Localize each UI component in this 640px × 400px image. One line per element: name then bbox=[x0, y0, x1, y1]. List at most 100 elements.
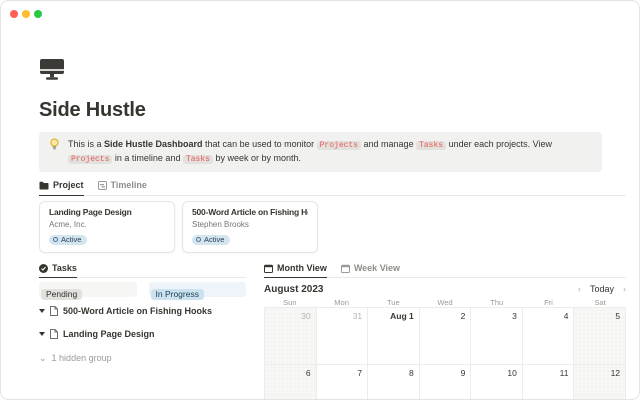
calendar-tabbar: Month View Week View bbox=[264, 263, 626, 278]
timeline-icon bbox=[98, 181, 107, 190]
dow-label: Fri bbox=[523, 298, 575, 307]
calendar-cell[interactable]: 7 bbox=[317, 365, 369, 400]
calendar-cell[interactable]: 6 bbox=[264, 365, 317, 400]
monitor-icon[interactable] bbox=[39, 56, 65, 82]
calendar-week-row: 30 31 Aug 1 2 3 4 5 bbox=[264, 308, 626, 365]
tab-timeline[interactable]: Timeline bbox=[98, 180, 147, 195]
calendar-cell[interactable]: Aug 1 bbox=[368, 308, 420, 364]
calendar-nav: ‹ Today › bbox=[578, 284, 626, 294]
project-card[interactable]: 500-Word Article on Fishing Hooks Stephe… bbox=[182, 201, 318, 253]
tab-label: Week View bbox=[354, 263, 400, 273]
calendar-cell[interactable]: 2 bbox=[420, 308, 472, 364]
callout-segment: This is a bbox=[68, 139, 104, 149]
group-pending[interactable]: Pending bbox=[39, 282, 137, 297]
calendar-cell[interactable]: 5 bbox=[574, 308, 626, 364]
board-group-headers: Pending In Progress bbox=[39, 282, 246, 297]
calendar-week-row: 6 7 8 9 10 11 12 bbox=[264, 365, 626, 400]
card-client: Stephen Brooks bbox=[192, 220, 308, 229]
hidden-group-toggle[interactable]: ⌄ 1 hidden group bbox=[39, 353, 246, 363]
status-badge: Active bbox=[49, 235, 87, 245]
folder-icon bbox=[39, 181, 49, 190]
page-icon bbox=[50, 306, 58, 316]
window-controls bbox=[10, 10, 42, 18]
tab-label: Project bbox=[53, 180, 84, 190]
tab-label: Month View bbox=[277, 263, 327, 273]
task-group-label: 500-Word Article on Fishing Hooks bbox=[63, 306, 212, 316]
hidden-group-label: 1 hidden group bbox=[52, 353, 112, 363]
chevron-right-icon[interactable]: › bbox=[623, 284, 626, 294]
status-badge: Active bbox=[192, 235, 230, 245]
callout-segment: Projects bbox=[68, 155, 112, 164]
month-label: August 2023 bbox=[264, 284, 323, 295]
tab-month-view[interactable]: Month View bbox=[264, 263, 327, 278]
close-button[interactable] bbox=[10, 10, 18, 18]
callout-text: This is a Side Hustle Dashboard that can… bbox=[68, 138, 592, 166]
calendar-grid: 30 31 Aug 1 2 3 4 5 6 7 8 9 10 11 bbox=[264, 307, 626, 400]
dow-label: Sat bbox=[574, 298, 626, 307]
page-title: Side Hustle bbox=[39, 98, 626, 122]
dow-label: Mon bbox=[316, 298, 368, 307]
callout: This is a Side Hustle Dashboard that can… bbox=[39, 132, 602, 172]
calendar-header: August 2023 ‹ Today › bbox=[264, 282, 626, 296]
check-circle-icon bbox=[39, 264, 48, 273]
card-client: Acme, Inc. bbox=[49, 220, 165, 229]
task-group-label: Landing Page Design bbox=[63, 329, 155, 339]
project-card[interactable]: Landing Page Design Acme, Inc. Active bbox=[39, 201, 175, 253]
calendar-icon bbox=[264, 264, 273, 273]
card-title: Landing Page Design bbox=[49, 207, 165, 217]
status-ring-icon bbox=[196, 237, 201, 242]
calendar-cell[interactable]: 10 bbox=[471, 365, 523, 400]
calendar-cell[interactable]: 12 bbox=[574, 365, 626, 400]
tab-tasks[interactable]: Tasks bbox=[39, 263, 77, 278]
calendar-cell[interactable]: 4 bbox=[523, 308, 575, 364]
dow-label: Tue bbox=[367, 298, 419, 307]
callout-segment: Tasks bbox=[183, 155, 213, 164]
group-label: In Progress bbox=[151, 289, 204, 300]
tab-week-view[interactable]: Week View bbox=[341, 263, 400, 277]
calendar-cell[interactable]: 31 bbox=[317, 308, 369, 364]
calendar-cell[interactable]: 3 bbox=[471, 308, 523, 364]
callout-segment: under each projects. View bbox=[446, 139, 552, 149]
zoom-button[interactable] bbox=[34, 10, 42, 18]
task-group-row[interactable]: 500-Word Article on Fishing Hooks bbox=[39, 306, 246, 316]
callout-segment: in a timeline and bbox=[112, 153, 183, 163]
calendar-cell[interactable]: 30 bbox=[264, 308, 317, 364]
callout-segment: and manage bbox=[361, 139, 416, 149]
calendar-icon bbox=[341, 264, 350, 273]
chevron-left-icon[interactable]: ‹ bbox=[578, 284, 581, 294]
calendar-cell[interactable]: 8 bbox=[368, 365, 420, 400]
project-tabbar: Project Timeline bbox=[39, 180, 626, 196]
callout-segment: by week or by month. bbox=[213, 153, 301, 163]
app-window: Side Hustle This is a Side Hustle Dashbo… bbox=[0, 0, 640, 400]
calendar-cell[interactable]: 9 bbox=[420, 365, 472, 400]
status-label: Active bbox=[204, 236, 224, 244]
tab-label: Tasks bbox=[52, 263, 77, 273]
group-in-progress[interactable]: In Progress bbox=[149, 282, 247, 297]
lightbulb-icon bbox=[49, 138, 60, 151]
dow-label: Wed bbox=[419, 298, 471, 307]
dow-label: Sun bbox=[264, 298, 316, 307]
card-title: 500-Word Article on Fishing Hooks bbox=[192, 207, 308, 217]
page-icon bbox=[50, 329, 58, 339]
minimize-button[interactable] bbox=[22, 10, 30, 18]
calendar-cell[interactable]: 11 bbox=[523, 365, 575, 400]
tasks-tabbar: Tasks bbox=[39, 263, 246, 278]
status-label: Active bbox=[61, 236, 81, 244]
task-group-row[interactable]: Landing Page Design bbox=[39, 329, 246, 339]
dow-label: Thu bbox=[471, 298, 523, 307]
project-cards: Landing Page Design Acme, Inc. Active 50… bbox=[39, 201, 626, 253]
callout-segment: Side Hustle Dashboard bbox=[104, 139, 203, 149]
tasks-panel: Tasks Pending In Progress bbox=[39, 263, 246, 400]
calendar-panel: Month View Week View August 2023 bbox=[264, 263, 626, 400]
callout-segment: that can be used to monitor bbox=[203, 139, 317, 149]
day-of-week-header: Sun Mon Tue Wed Thu Fri Sat bbox=[264, 298, 626, 307]
tab-project[interactable]: Project bbox=[39, 180, 84, 196]
triangle-down-icon[interactable] bbox=[39, 332, 45, 336]
group-label: Pending bbox=[41, 289, 82, 300]
callout-segment: Tasks bbox=[416, 141, 446, 150]
triangle-down-icon[interactable] bbox=[39, 309, 45, 313]
today-button[interactable]: Today bbox=[590, 284, 614, 294]
tab-label: Timeline bbox=[111, 180, 147, 190]
status-ring-icon bbox=[53, 237, 58, 242]
callout-segment: Projects bbox=[317, 141, 361, 150]
